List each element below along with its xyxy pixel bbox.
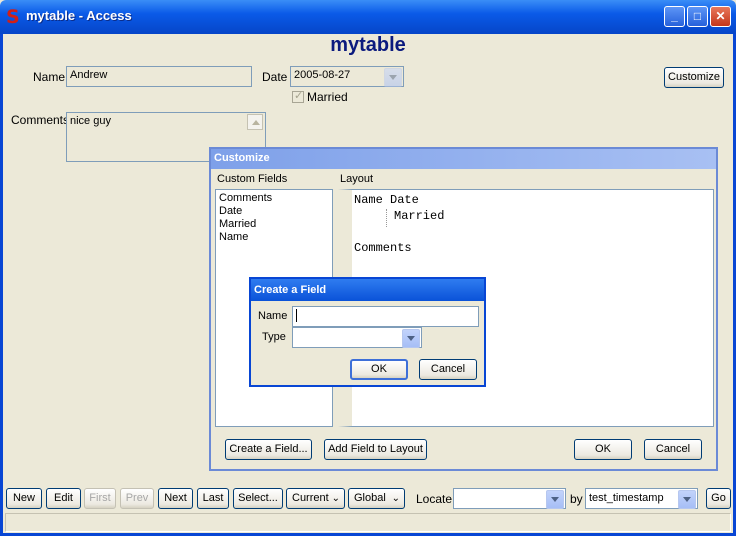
locate-value bbox=[454, 494, 460, 498]
name-field[interactable]: Andrew bbox=[66, 66, 252, 87]
date-field[interactable]: 2005-08-27 bbox=[290, 66, 404, 87]
current-label: Current bbox=[292, 492, 329, 504]
by-select[interactable]: test_timestamp bbox=[585, 488, 698, 509]
list-item[interactable]: Name bbox=[219, 231, 329, 244]
next-button[interactable]: Next bbox=[158, 488, 193, 509]
chevron-down-icon: ⌄ bbox=[391, 493, 400, 504]
add-field-button[interactable]: Add Field to Layout bbox=[324, 439, 427, 460]
layout-row-1[interactable]: Name Date bbox=[354, 193, 419, 207]
name-label: Name bbox=[33, 70, 66, 84]
chevron-down-icon bbox=[402, 329, 420, 348]
chevron-down-icon bbox=[384, 68, 402, 87]
list-item[interactable]: Comments bbox=[219, 192, 329, 205]
text-cursor bbox=[296, 309, 297, 322]
last-button[interactable]: Last bbox=[197, 488, 229, 509]
comments-scroll-up[interactable] bbox=[247, 114, 263, 130]
global-label: Global bbox=[354, 492, 386, 504]
svg-text:S: S bbox=[6, 6, 20, 26]
married-checkbox[interactable]: ✓ bbox=[292, 90, 304, 103]
cf-type-value bbox=[293, 333, 299, 337]
cf-name-label: Name bbox=[258, 310, 288, 322]
check-icon: ✓ bbox=[294, 90, 304, 102]
minimize-button[interactable]: _ bbox=[664, 6, 685, 27]
go-button[interactable]: Go bbox=[706, 488, 731, 509]
minimize-icon: _ bbox=[671, 9, 678, 23]
customize-cancel-button[interactable]: Cancel bbox=[644, 439, 702, 460]
chevron-down-icon bbox=[546, 490, 564, 509]
create-field-title: Create a Field bbox=[251, 279, 484, 301]
create-field-button[interactable]: Create a Field... bbox=[225, 439, 312, 460]
cf-name-input[interactable] bbox=[292, 306, 479, 327]
cf-ok-button[interactable]: OK bbox=[350, 359, 408, 380]
maximize-button[interactable]: □ bbox=[687, 6, 708, 27]
close-icon: ✕ bbox=[715, 9, 726, 23]
by-value: test_timestamp bbox=[589, 492, 664, 504]
comments-label: Comments bbox=[11, 113, 70, 127]
layout-row-3[interactable]: Comments bbox=[354, 241, 412, 255]
maximize-icon: □ bbox=[693, 9, 702, 23]
new-button[interactable]: New bbox=[6, 488, 42, 509]
edit-button[interactable]: Edit bbox=[46, 488, 81, 509]
customize-ok-button[interactable]: OK bbox=[574, 439, 632, 460]
list-item[interactable]: Married bbox=[219, 218, 329, 231]
close-button[interactable]: ✕ bbox=[710, 6, 731, 27]
cf-cancel-button[interactable]: Cancel bbox=[419, 359, 477, 380]
chevron-up-icon bbox=[252, 120, 260, 125]
status-bar bbox=[5, 513, 731, 532]
layout-row-2[interactable]: Married bbox=[394, 209, 444, 223]
layout-indent bbox=[386, 209, 387, 227]
date-value: 2005-08-27 bbox=[294, 69, 351, 81]
form-title: mytable bbox=[330, 34, 406, 56]
date-label: Date bbox=[262, 70, 288, 84]
chevron-down-icon bbox=[678, 490, 696, 509]
locate-label: Locate bbox=[416, 492, 453, 506]
prev-button[interactable]: Prev bbox=[120, 488, 154, 509]
custom-fields-label: Custom Fields bbox=[217, 173, 288, 185]
chevron-down-icon: ⌄ bbox=[331, 493, 340, 504]
married-label: Married bbox=[307, 90, 348, 104]
cf-type-select[interactable] bbox=[292, 327, 422, 348]
app-s-icon: S bbox=[6, 6, 20, 26]
global-dropdown[interactable]: Global ⌄ bbox=[348, 488, 405, 509]
locate-input[interactable] bbox=[453, 488, 566, 509]
window-title: mytable - Access bbox=[26, 8, 132, 23]
create-field-dialog: Create a Field Name Type OK Cancel bbox=[249, 277, 486, 387]
layout-label: Layout bbox=[340, 173, 374, 185]
list-item[interactable]: Date bbox=[219, 205, 329, 218]
customize-button[interactable]: Customize bbox=[664, 67, 724, 88]
by-label: by bbox=[570, 492, 583, 506]
cf-type-label: Type bbox=[262, 331, 286, 343]
current-dropdown[interactable]: Current ⌄ bbox=[286, 488, 345, 509]
first-button[interactable]: First bbox=[84, 488, 116, 509]
customize-title: Customize bbox=[211, 149, 716, 169]
select-button[interactable]: Select... bbox=[233, 488, 283, 509]
